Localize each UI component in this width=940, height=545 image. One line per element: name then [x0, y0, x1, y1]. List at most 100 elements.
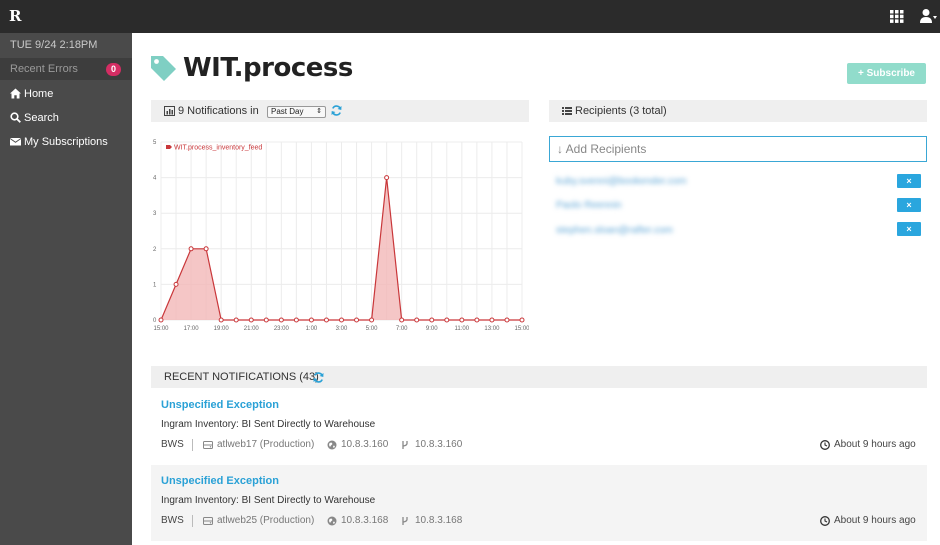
x-tick-label: 7:00 — [396, 326, 408, 332]
x-tick-label: 3:00 — [336, 326, 348, 332]
refresh-icon[interactable] — [331, 105, 342, 116]
data-point — [203, 246, 209, 252]
remove-recipient-button[interactable]: × — [897, 198, 921, 212]
sidebar-item-recent-errors[interactable]: Recent Errors 0 — [0, 58, 132, 80]
notification-ip: 10.8.3.160 — [341, 439, 389, 450]
remove-recipient-button[interactable]: × — [897, 174, 921, 188]
add-recipients-input[interactable]: ↓ Add Recipients — [549, 136, 927, 162]
notification-host: atlweb17 (Production) — [217, 439, 315, 450]
divider — [192, 439, 193, 451]
data-point — [173, 281, 179, 287]
top-bar: R — [0, 0, 940, 33]
x-tick-label: 11:00 — [455, 326, 470, 332]
data-point — [323, 317, 329, 323]
remove-recipient-button[interactable]: × — [897, 222, 921, 236]
refresh-icon[interactable] — [313, 372, 324, 383]
notification-fork-ip: 10.8.3.168 — [415, 515, 463, 526]
tag-icon — [151, 56, 176, 81]
notification-fork-ip: 10.8.3.160 — [415, 439, 463, 450]
list-icon — [562, 107, 572, 115]
sidebar: TUE 9/24 2:18PM Recent Errors 0 Home Sea… — [0, 33, 132, 545]
notifications-chart: 0 1 2 3 4 5 15:00 17:00 19:00 21:00 23:00 1:00 3:00 5… — [153, 140, 529, 332]
notification-time: About 9 hours ago — [834, 515, 916, 526]
y-tick-label: 0 — [153, 318, 157, 324]
server-icon — [203, 441, 213, 449]
time-range-select[interactable]: Past Day ⇕ — [267, 106, 326, 118]
time-range-value: Past Day — [271, 107, 304, 116]
y-tick-label: 4 — [153, 176, 157, 182]
legend-label: WIT.process_inventory_feed — [174, 145, 262, 152]
search-icon — [10, 112, 21, 123]
data-point — [293, 317, 299, 323]
y-tick-label: 3 — [153, 211, 157, 217]
notification-message: Ingram Inventory: BI Sent Directly to Wa… — [161, 495, 376, 506]
rafter-logo-icon[interactable]: R — [9, 8, 25, 24]
x-tick-label: 15:00 — [153, 326, 169, 332]
data-point — [158, 317, 164, 323]
data-point — [339, 317, 344, 323]
notification-app: BWS — [161, 515, 184, 526]
x-tick-label: 13:00 — [484, 326, 500, 332]
code-fork-icon — [402, 441, 408, 449]
y-tick-label: 2 — [153, 247, 157, 253]
data-point — [414, 317, 420, 323]
sidebar-item-home[interactable]: Home — [0, 83, 132, 105]
globe-icon — [327, 516, 337, 526]
sidebar-item-search[interactable]: Search — [0, 107, 132, 129]
notification-ip: 10.8.3.168 — [341, 515, 389, 526]
x-tick-label: 21:00 — [244, 326, 260, 332]
recent-errors-label: Recent Errors — [10, 63, 78, 75]
data-point — [263, 317, 269, 323]
data-point — [459, 317, 465, 323]
data-point — [278, 317, 284, 323]
data-point — [429, 317, 435, 323]
recipients-count-label: Recipients (3 total) — [575, 105, 667, 117]
grid-icon[interactable] — [890, 10, 904, 23]
x-tick-label: 15:00 — [514, 326, 529, 332]
notification-title-link[interactable]: Unspecified Exception — [161, 475, 279, 487]
data-point — [218, 317, 224, 323]
x-tick-label: 17:00 — [184, 326, 200, 332]
x-tick-label: 1:00 — [306, 326, 318, 332]
notification-row[interactable]: Unspecified Exception Ingram Inventory: … — [151, 465, 927, 541]
recipients-panel-header: Recipients (3 total) — [549, 100, 927, 122]
data-point — [354, 317, 360, 323]
subscribe-button[interactable]: + Subscribe — [847, 63, 926, 84]
data-point — [504, 317, 510, 323]
notification-host: atlweb25 (Production) — [217, 515, 315, 526]
sidebar-item-label: Home — [24, 88, 54, 100]
data-point — [489, 317, 495, 323]
sidebar-item-label: Search — [24, 112, 59, 124]
data-point — [369, 317, 375, 323]
clock-icon — [820, 516, 830, 526]
select-arrows-icon: ⇕ — [316, 108, 322, 115]
sidebar-item-my-subscriptions[interactable]: My Subscriptions — [0, 131, 132, 153]
notification-row[interactable]: Unspecified Exception Ingram Inventory: … — [151, 389, 927, 465]
x-tick-label: 9:00 — [426, 326, 438, 332]
code-fork-icon — [402, 517, 408, 525]
legend-tag-icon — [166, 145, 172, 149]
server-icon — [203, 517, 213, 525]
data-point — [248, 317, 254, 323]
y-tick-label: 1 — [153, 282, 157, 288]
data-point — [444, 317, 450, 323]
recipient-email[interactable]: stephen.sloan@rafter.com — [556, 225, 673, 236]
recipient-email[interactable]: kuby.svenni@bookender.com — [556, 176, 687, 187]
recent-notifications-header: Recent Notifications (43) — [151, 366, 927, 388]
page-title: WIT.process — [183, 53, 353, 83]
recent-notifications-label: Recent Notifications (43) — [164, 371, 319, 383]
data-point — [384, 175, 390, 181]
recent-errors-count-badge: 0 — [106, 63, 121, 76]
notification-message: Ingram Inventory: BI Sent Directly to Wa… — [161, 419, 376, 430]
notifications-count-label: 9 Notifications in — [178, 105, 259, 117]
sidebar-item-label: My Subscriptions — [24, 136, 108, 148]
x-tick-label: 23:00 — [274, 326, 290, 332]
data-point — [308, 317, 314, 323]
home-icon — [10, 88, 21, 99]
data-point — [474, 317, 480, 323]
user-icon[interactable] — [920, 8, 938, 24]
x-tick-label: 5:00 — [366, 326, 378, 332]
notification-title-link[interactable]: Unspecified Exception — [161, 399, 279, 411]
recipient-email[interactable]: Paolo Reennin — [556, 200, 622, 211]
data-point — [188, 246, 194, 252]
